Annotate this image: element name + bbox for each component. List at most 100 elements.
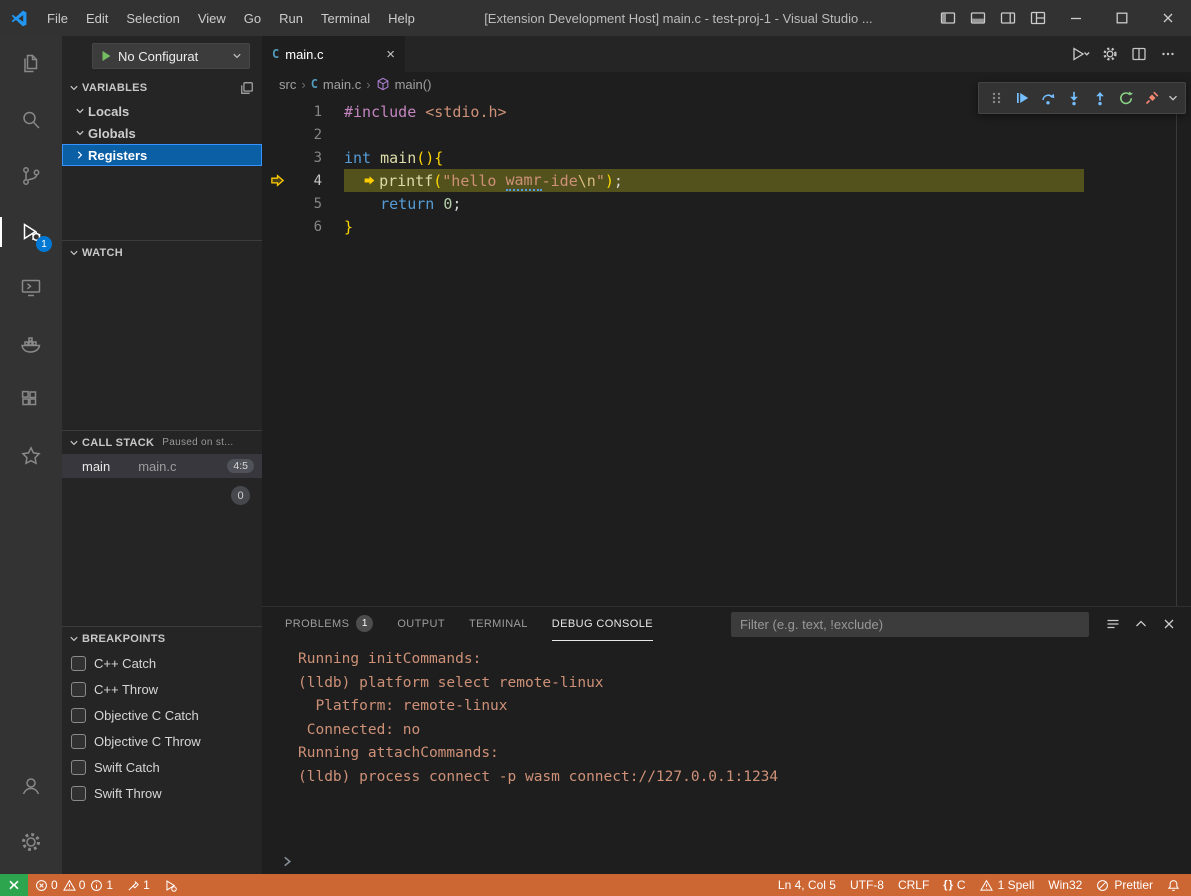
chevron-up-icon[interactable] [1129, 612, 1153, 636]
breakpoint-checkbox[interactable] [71, 734, 86, 749]
minimize-button[interactable] [1053, 0, 1099, 36]
menu-file[interactable]: File [38, 0, 77, 36]
activity-run-and-debug[interactable]: 1 [0, 204, 62, 260]
status-encoding[interactable]: UTF-8 [843, 874, 891, 896]
breadcrumb-item-main-[interactable]: main() [376, 77, 432, 92]
code-editor[interactable]: 1#include <stdio.h>23int main(){4 printf… [262, 96, 1191, 606]
activity-settings[interactable] [0, 814, 62, 870]
activity-explorer[interactable] [0, 36, 62, 92]
status-label: CRLF [898, 878, 929, 892]
menu-go[interactable]: Go [235, 0, 270, 36]
menu-run[interactable]: Run [270, 0, 312, 36]
panel-tab-debug-console[interactable]: DEBUG CONSOLE [552, 607, 653, 641]
menu-selection[interactable]: Selection [117, 0, 188, 36]
status-prettier[interactable]: Prettier [1089, 874, 1160, 896]
breadcrumb-item-main-c[interactable]: Cmain.c [311, 77, 362, 92]
gear-icon[interactable] [1096, 41, 1123, 68]
variables-item-locals[interactable]: Locals [62, 100, 262, 122]
code-text[interactable]: } [344, 218, 353, 236]
watch-section-header[interactable]: WATCH [62, 240, 262, 264]
variables-section-header[interactable]: VARIABLES [62, 76, 262, 100]
variables-item-registers[interactable]: Registers [62, 144, 262, 166]
execution-pointer-icon[interactable] [262, 173, 292, 188]
code-text[interactable]: #include <stdio.h> [344, 103, 507, 121]
debug-console-input[interactable] [262, 848, 1191, 874]
console-filter-input[interactable] [731, 612, 1089, 637]
menu-terminal[interactable]: Terminal [312, 0, 379, 36]
step-into-button[interactable] [1061, 84, 1087, 112]
maximize-button[interactable] [1099, 0, 1145, 36]
code-token: <stdio.h> [425, 103, 506, 121]
breadcrumb-label: main.c [323, 77, 361, 92]
activity-docker[interactable] [0, 316, 62, 372]
warning-count: 0 [79, 878, 86, 892]
activity-search[interactable] [0, 92, 62, 148]
code-text[interactable]: int main(){ [344, 149, 443, 167]
chevron-down-button[interactable] [1165, 84, 1181, 112]
tab-main.c[interactable]: Cmain.c× [262, 36, 405, 72]
activity-source-control[interactable] [0, 148, 62, 204]
breakpoint-checkbox[interactable] [71, 656, 86, 671]
panel-tab-output[interactable]: OUTPUT [397, 607, 445, 641]
status-eol[interactable]: CRLF [891, 874, 936, 896]
activity-remote-explorer[interactable] [0, 260, 62, 316]
panel-tab-terminal[interactable]: TERMINAL [469, 607, 528, 641]
step-over-button[interactable] [1035, 84, 1061, 112]
problems-status[interactable]: 0 0 1 [28, 874, 120, 896]
layout-customize-layout-icon[interactable] [1023, 0, 1053, 36]
output-list-icon[interactable] [1101, 612, 1125, 636]
drag-handle[interactable] [983, 84, 1009, 112]
breakpoint-checkbox[interactable] [71, 760, 86, 775]
restart-button[interactable] [1113, 84, 1139, 112]
breakpoint-checkbox[interactable] [71, 682, 86, 697]
activity-accounts[interactable] [0, 758, 62, 814]
remote-indicator[interactable] [0, 874, 28, 896]
run-dropdown-icon[interactable] [1067, 41, 1094, 68]
status-spell-checker[interactable]: 1 Spell [973, 874, 1042, 896]
run-debug-sidebar: No Configurat VARIABLES LocalsGlobalsReg… [62, 36, 262, 874]
layout-panel-icon[interactable] [963, 0, 993, 36]
tools-status[interactable]: 1 [120, 874, 157, 896]
status-language-mode[interactable]: { }C [936, 874, 972, 896]
status-notifications[interactable] [1160, 874, 1187, 896]
disconnect-button[interactable] [1139, 84, 1165, 112]
menu-bar: FileEditSelectionViewGoRunTerminalHelp [38, 0, 424, 36]
continue-button[interactable] [1009, 84, 1035, 112]
menu-edit[interactable]: Edit [77, 0, 117, 36]
console-line: Running attachCommands: [298, 742, 1191, 766]
split-editor-icon[interactable] [1125, 41, 1152, 68]
code-text[interactable]: printf("hello wamr-ide\n"); [344, 171, 623, 191]
status-platform[interactable]: Win32 [1041, 874, 1089, 896]
layout-sidebar-right-icon[interactable] [993, 0, 1023, 36]
breakpoint-checkbox[interactable] [71, 786, 86, 801]
menu-help[interactable]: Help [379, 0, 424, 36]
activity-extensions[interactable] [0, 372, 62, 428]
code-text[interactable]: return 0; [344, 195, 461, 213]
stack-frame-row[interactable]: main main.c 4:5 [62, 454, 262, 478]
variables-item-globals[interactable]: Globals [62, 122, 262, 144]
breakpoint-checkbox[interactable] [71, 708, 86, 723]
section-action-icon[interactable] [240, 81, 254, 95]
vscode-logo-icon [0, 10, 38, 27]
breakpoints-section-header[interactable]: BREAKPOINTS [62, 626, 262, 650]
breadcrumb-item-src[interactable]: src [279, 77, 296, 92]
close-icon[interactable] [1157, 612, 1181, 636]
layout-sidebar-left-icon[interactable] [933, 0, 963, 36]
status-label: 1 Spell [998, 878, 1035, 892]
editor-scrollbar[interactable] [1176, 96, 1177, 606]
close-tab-icon[interactable]: × [386, 47, 395, 62]
ellipsis-icon[interactable] [1154, 41, 1181, 68]
accounts-icon [19, 774, 43, 798]
menu-view[interactable]: View [189, 0, 235, 36]
debug-config-dropdown[interactable]: No Configurat [92, 43, 250, 69]
code-line-4: 4 printf("hello wamr-ide\n"); [262, 169, 1191, 192]
panel-tab-problems[interactable]: PROBLEMS1 [285, 607, 373, 641]
call-stack-section-header[interactable]: CALL STACK Paused on st... [62, 430, 262, 454]
debug-session-status[interactable] [157, 874, 184, 896]
step-out-button[interactable] [1087, 84, 1113, 112]
activity-star[interactable] [0, 428, 62, 484]
bottom-panel: PROBLEMS1 OUTPUT TERMINAL DEBUG CONSOLE Run… [262, 606, 1191, 874]
status-cursor-position[interactable]: Ln 4, Col 5 [771, 874, 843, 896]
line-number: 6 [292, 219, 322, 235]
close-button[interactable] [1145, 0, 1191, 36]
